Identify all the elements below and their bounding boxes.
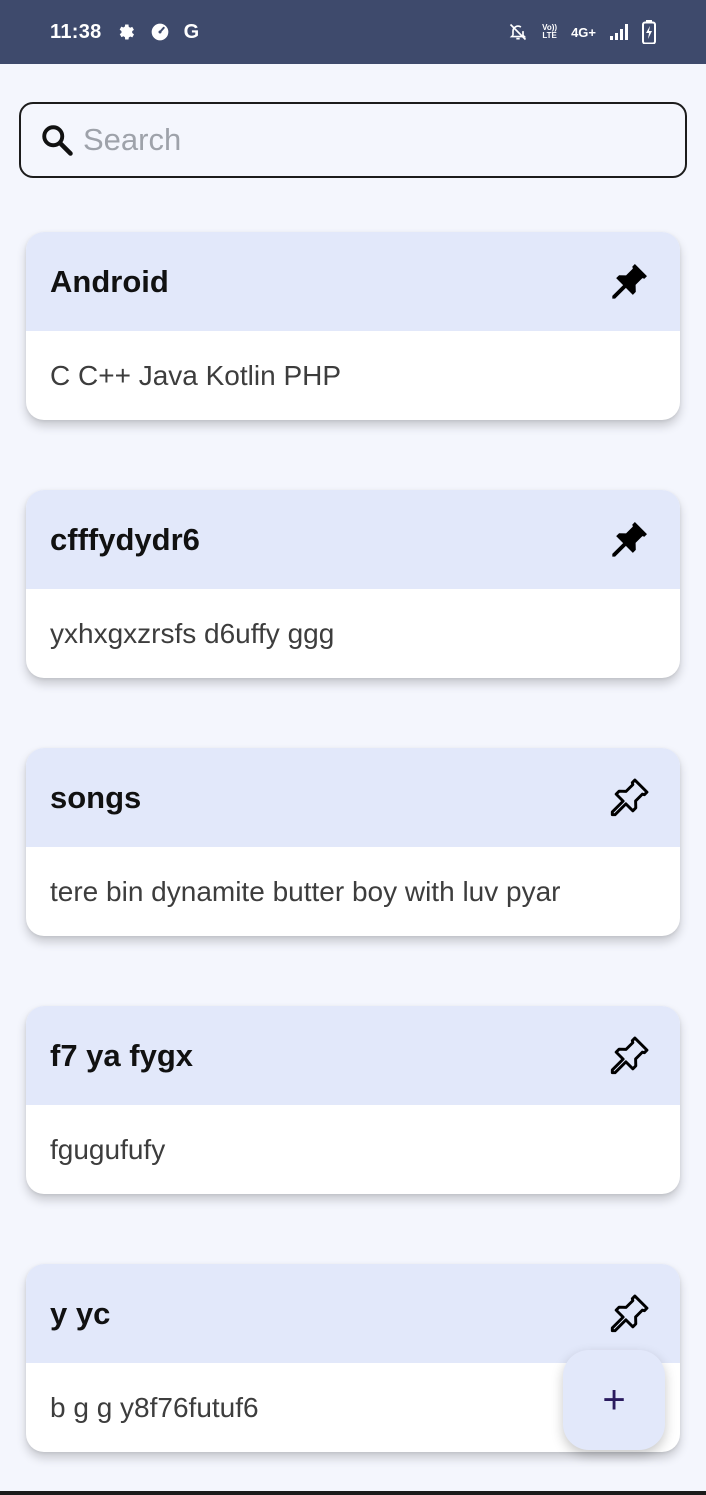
bottom-divider bbox=[0, 1491, 706, 1495]
note-text: fgugufufy bbox=[50, 1133, 166, 1165]
note-card[interactable]: Android C C++ Java Kotlin PHP bbox=[26, 232, 680, 420]
search-input[interactable] bbox=[83, 122, 643, 158]
note-header: songs bbox=[26, 748, 680, 847]
note-card[interactable]: f7 ya fygx fgugufufy bbox=[26, 1006, 680, 1194]
status-bar: 11:38 G Vo)) LTE 4G+ bbox=[0, 0, 706, 64]
note-text: tere bin dynamite butter boy with luv py… bbox=[50, 875, 561, 907]
status-bar-right: Vo)) LTE 4G+ bbox=[508, 20, 656, 44]
search-icon bbox=[42, 125, 73, 156]
note-text: b g g y8f76futuf6 bbox=[50, 1391, 259, 1423]
phone-screen: 11:38 G Vo)) LTE 4G+ Search Android C C+… bbox=[0, 0, 706, 1495]
pin-outline-icon[interactable] bbox=[606, 775, 652, 821]
speedometer-icon bbox=[150, 22, 170, 42]
note-text: yxhxgxzrsfs d6uffy ggg bbox=[50, 617, 335, 649]
note-title: cfffydydr6 bbox=[50, 521, 200, 557]
pin-filled-icon[interactable] bbox=[606, 517, 652, 563]
notifications-off-icon bbox=[508, 22, 528, 42]
note-body: C C++ Java Kotlin PHP bbox=[26, 331, 680, 420]
note-card[interactable]: songs tere bin dynamite butter boy with … bbox=[26, 748, 680, 936]
pin-filled-icon[interactable] bbox=[606, 259, 652, 305]
signal-icon bbox=[610, 24, 628, 40]
note-header: cfffydydr6 bbox=[26, 490, 680, 589]
pin-outline-icon[interactable] bbox=[606, 1291, 652, 1337]
note-header: f7 ya fygx bbox=[26, 1006, 680, 1105]
note-title: y yc bbox=[50, 1295, 111, 1331]
note-title: songs bbox=[50, 779, 142, 815]
note-card[interactable]: cfffydydr6 yxhxgxzrsfs d6uffy ggg bbox=[26, 490, 680, 678]
note-body: fgugufufy bbox=[26, 1105, 680, 1194]
volte-bottom-label: LTE bbox=[542, 31, 557, 40]
google-icon: G bbox=[183, 20, 200, 43]
note-body: yxhxgxzrsfs d6uffy ggg bbox=[26, 589, 680, 678]
note-text: C C++ Java Kotlin PHP bbox=[50, 359, 342, 391]
volte-icon: Vo)) LTE bbox=[542, 24, 557, 40]
pin-outline-icon[interactable] bbox=[606, 1033, 652, 1079]
status-time: 11:38 bbox=[50, 20, 102, 43]
note-title: f7 ya fygx bbox=[50, 1037, 194, 1073]
settings-icon bbox=[116, 22, 136, 42]
note-body: tere bin dynamite butter boy with luv py… bbox=[26, 847, 680, 936]
note-title: Android bbox=[50, 263, 169, 299]
note-header: y yc bbox=[26, 1264, 680, 1363]
add-note-button[interactable]: + bbox=[563, 1350, 665, 1450]
network-type: 4G+ bbox=[571, 24, 596, 40]
battery-charging-icon bbox=[642, 20, 656, 44]
note-header: Android bbox=[26, 232, 680, 331]
status-bar-left: 11:38 G bbox=[50, 21, 199, 44]
search-bar[interactable] bbox=[19, 102, 687, 178]
plus-icon: + bbox=[602, 1378, 626, 1422]
